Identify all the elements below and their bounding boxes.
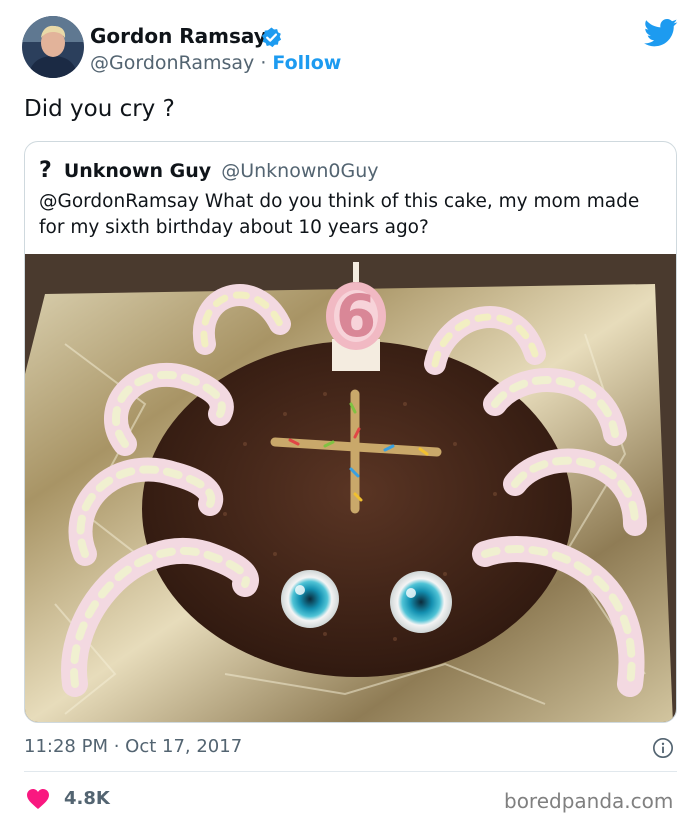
quoted-header: ? Unknown Guy @Unknown0Guy	[39, 158, 379, 183]
twitter-bird-icon[interactable]	[644, 18, 678, 48]
follow-link[interactable]: Follow	[272, 52, 341, 74]
tweet-timestamp[interactable]: 11:28 PM · Oct 17, 2017	[24, 736, 242, 757]
tweet-header: Gordon Ramsay @GordonRamsay · Follow	[22, 16, 678, 82]
quoted-tweet-card[interactable]: ? Unknown Guy @Unknown0Guy @GordonRamsay…	[24, 141, 677, 723]
tweet-text: Did you cry ?	[24, 96, 175, 122]
quoted-tweet-text: @GordonRamsay What do you think of this …	[39, 191, 640, 238]
like-count[interactable]: 4.8K	[64, 788, 110, 809]
unknown-avatar-icon: ?	[39, 158, 52, 183]
cake-photo[interactable]: 6	[25, 254, 677, 723]
quoted-author-name[interactable]: Unknown Guy	[64, 160, 211, 182]
author-handle-row: @GordonRamsay · Follow	[90, 52, 341, 74]
author-handle[interactable]: @GordonRamsay	[90, 52, 254, 74]
heart-icon[interactable]	[26, 788, 50, 810]
watermark: boredpanda.com	[504, 789, 674, 813]
divider	[24, 771, 677, 772]
info-icon[interactable]	[652, 737, 674, 759]
quoted-author-handle[interactable]: @Unknown0Guy	[221, 160, 378, 182]
handle-separator: ·	[260, 52, 267, 74]
verified-badge-icon	[261, 27, 282, 48]
author-avatar[interactable]	[22, 16, 84, 78]
birthday-candle-number: 6	[336, 282, 376, 350]
author-name[interactable]: Gordon Ramsay	[90, 24, 267, 48]
